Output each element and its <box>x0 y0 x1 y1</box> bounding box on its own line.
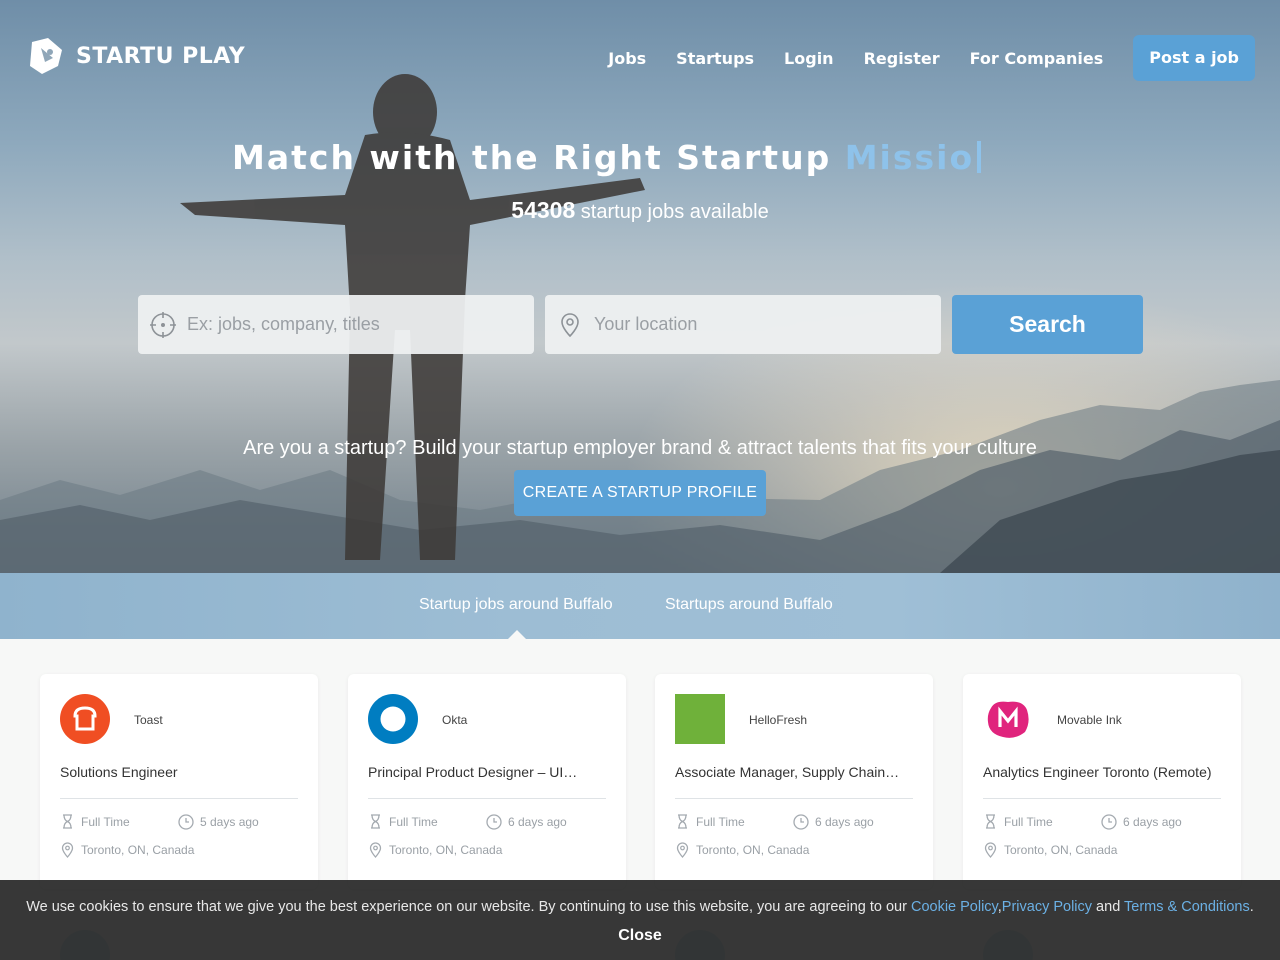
job-title[interactable]: Associate Manager, Supply Chain… <box>675 764 915 780</box>
map-pin-icon <box>61 842 74 858</box>
job-type-label: Full Time <box>696 814 745 829</box>
hero-headline: Match with the Right Startup Missio <box>232 138 982 177</box>
location-label: Toronto, ON, Canada <box>81 843 195 857</box>
cookie-message: We use cookies to ensure that we give yo… <box>26 899 911 915</box>
terms-link[interactable]: Terms & Conditions <box>1124 899 1250 915</box>
posted-label: 6 days ago <box>508 815 567 829</box>
headline-typed-word: Missio <box>844 138 975 177</box>
privacy-policy-link[interactable]: Privacy Policy <box>1002 899 1092 915</box>
job-posted: 6 days ago <box>486 814 567 830</box>
clock-icon <box>793 814 809 830</box>
company-name: Movable Ink <box>1057 713 1122 727</box>
job-type: Full Time <box>675 814 745 829</box>
clock-icon <box>1101 814 1117 830</box>
job-type: Full Time <box>368 814 438 829</box>
cookie-and: and <box>1092 899 1125 915</box>
tabs-strip: Startup jobs around Buffalo Startups aro… <box>0 573 1280 639</box>
tab-startups[interactable]: Startups around Buffalo <box>665 596 833 614</box>
cookie-banner: We use cookies to ensure that we give yo… <box>0 880 1280 960</box>
clock-icon <box>178 814 194 830</box>
job-title[interactable]: Principal Product Designer – UI… <box>368 764 608 780</box>
card-divider <box>983 798 1221 799</box>
job-type-label: Full Time <box>1004 814 1053 829</box>
job-type: Full Time <box>983 814 1053 829</box>
okta-logo-icon <box>368 694 418 744</box>
company-name: Toast <box>134 713 163 727</box>
cookie-text: We use cookies to ensure that we give yo… <box>0 899 1280 915</box>
job-card[interactable]: Okta Principal Product Designer – UI… Fu… <box>348 674 626 889</box>
job-title[interactable]: Analytics Engineer Toronto (Remote) <box>983 764 1223 780</box>
map-pin-icon <box>561 312 579 337</box>
location-input[interactable] <box>594 314 914 335</box>
card-divider <box>60 798 298 799</box>
posted-label: 6 days ago <box>1123 815 1182 829</box>
job-card[interactable]: Movable Ink Analytics Engineer Toronto (… <box>963 674 1241 889</box>
headline-static: Match with the Right Startup <box>232 138 832 177</box>
tab-startup-jobs[interactable]: Startup jobs around Buffalo <box>419 596 613 614</box>
nav-login[interactable]: Login <box>784 49 834 68</box>
typing-cursor <box>977 141 982 173</box>
posted-label: 5 days ago <box>200 815 259 829</box>
card-divider <box>675 798 913 799</box>
job-posted: 6 days ago <box>793 814 874 830</box>
cookie-close-button[interactable]: Close <box>0 927 1280 945</box>
job-count: 54308 <box>511 197 576 223</box>
location-label: Toronto, ON, Canada <box>389 843 503 857</box>
job-location: Toronto, ON, Canada <box>60 842 194 858</box>
keyword-input[interactable] <box>187 314 507 335</box>
nav-jobs[interactable]: Jobs <box>608 49 646 68</box>
nav-for-companies[interactable]: For Companies <box>970 49 1104 68</box>
posted-label: 6 days ago <box>815 815 874 829</box>
job-posted: 6 days ago <box>1101 814 1182 830</box>
toast-logo-icon <box>60 694 110 744</box>
active-tab-caret <box>508 630 526 639</box>
job-title[interactable]: Solutions Engineer <box>60 764 300 780</box>
movable-ink-logo-icon <box>987 701 1029 738</box>
map-pin-icon <box>676 842 689 858</box>
keyword-field[interactable] <box>138 295 534 354</box>
hero-banner: STARTU PLAY Jobs Startups Login Register… <box>0 0 1280 573</box>
cookie-period: . <box>1249 899 1254 915</box>
job-location: Toronto, ON, Canada <box>675 842 809 858</box>
brand-logo[interactable]: STARTU PLAY <box>28 36 245 76</box>
search-button[interactable]: Search <box>952 295 1143 354</box>
clock-icon <box>486 814 502 830</box>
company-name: HelloFresh <box>749 713 808 727</box>
map-pin-icon <box>369 842 382 858</box>
location-label: Toronto, ON, Canada <box>1004 843 1118 857</box>
map-pin-icon <box>984 842 997 858</box>
create-startup-profile-button[interactable]: CREATE A STARTUP PROFILE <box>514 470 766 516</box>
hellofresh-logo-icon <box>675 694 725 744</box>
job-type-label: Full Time <box>81 814 130 829</box>
hourglass-icon <box>986 814 995 829</box>
cookie-policy-link[interactable]: Cookie Policy <box>911 899 998 915</box>
location-field[interactable] <box>545 295 941 354</box>
startup-promo-text: Are you a startup? Build your startup em… <box>243 437 1037 459</box>
job-location: Toronto, ON, Canada <box>368 842 502 858</box>
crosshair-icon <box>150 311 176 338</box>
hourglass-icon <box>371 814 380 829</box>
job-type: Full Time <box>60 814 130 829</box>
hourglass-icon <box>63 814 72 829</box>
job-card[interactable]: HelloFresh Associate Manager, Supply Cha… <box>655 674 933 889</box>
job-type-label: Full Time <box>389 814 438 829</box>
card-divider <box>368 798 606 799</box>
job-count-suffix: startup jobs available <box>575 201 769 223</box>
company-name: Okta <box>442 713 468 727</box>
rocket-logo-icon <box>30 38 62 74</box>
job-posted: 5 days ago <box>178 814 259 830</box>
location-label: Toronto, ON, Canada <box>696 843 810 857</box>
search-bar: Search <box>138 295 1143 354</box>
nav-startups[interactable]: Startups <box>676 49 754 68</box>
nav-register[interactable]: Register <box>864 49 940 68</box>
job-count-line: 54308 startup jobs available <box>0 197 1280 224</box>
job-location: Toronto, ON, Canada <box>983 842 1117 858</box>
post-job-button[interactable]: Post a job <box>1133 35 1255 81</box>
hourglass-icon <box>678 814 687 829</box>
brand-name: STARTU PLAY <box>76 43 246 69</box>
job-card[interactable]: Toast Solutions Engineer Full Time 5 day… <box>40 674 318 889</box>
main-nav: Jobs Startups Login Register For Compani… <box>608 35 1255 81</box>
